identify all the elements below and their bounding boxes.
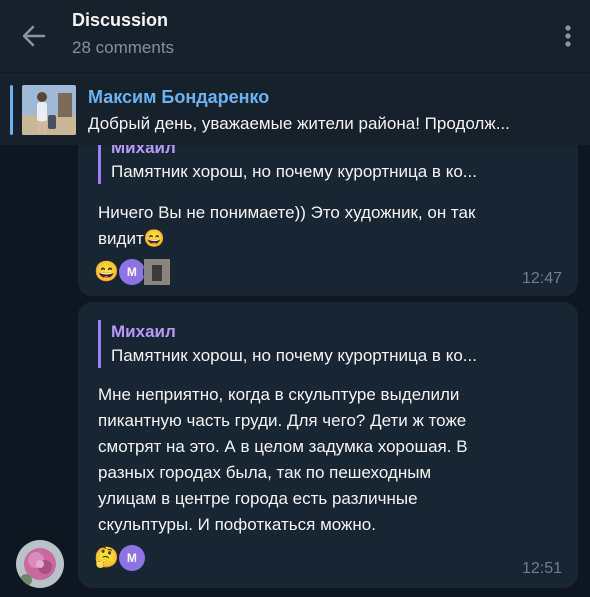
kebab-menu-icon [565, 25, 571, 47]
reaction-emoji[interactable]: 😄 [94, 258, 119, 286]
reply-author-name: Михаил [111, 322, 176, 341]
pinned-author-name: Максим Бондаренко [88, 87, 270, 107]
message-time: 12:47 [521, 270, 562, 287]
comment-text: Ничего Вы не понимаете)) Это художник, о… [98, 200, 568, 252]
message-time: 12:51 [521, 560, 562, 577]
reactor-avatar: М [118, 259, 145, 285]
comment-text-line: Мне неприятно, когда в скульптуре выдели… [98, 385, 460, 404]
chat-title: Discussion [72, 10, 169, 30]
reactions-row[interactable]: 🤔 М [94, 544, 145, 572]
reactions-row[interactable]: 😄 М [94, 258, 171, 286]
comment-text-line: улицам в центре города есть различные [98, 489, 418, 508]
back-button[interactable] [16, 18, 52, 54]
reply-quote[interactable]: Михаил Памятник хорош, но почему курортн… [98, 320, 551, 368]
comment-text-tail: видит [98, 229, 144, 248]
comment-text-line: Ничего Вы не понимаете)) Это художник, о… [98, 203, 476, 222]
comments-count: 28 comments [72, 38, 175, 57]
comment-text-line: видит😄 [98, 226, 568, 252]
sender-avatar[interactable] [16, 540, 64, 588]
reactor-avatar: М [118, 545, 145, 571]
pinned-accent-line [10, 85, 13, 135]
comment-text-line: смотрят на это. А в целом задумка хороша… [98, 437, 468, 456]
reactor-avatar-photo [142, 258, 171, 286]
reaction-emoji[interactable]: 🤔 [94, 544, 119, 572]
chat-header: Discussion 28 comments [0, 0, 590, 72]
comment-text-line: разных городах была, так по пешеходным [98, 463, 432, 482]
comment-text-line: скульптуры. И пофоткаться можно. [98, 515, 376, 534]
reply-quote-text: Памятник хорош, но почему курортница в к… [111, 162, 477, 181]
comment-bubble[interactable]: Михаил Памятник хорош, но почему курортн… [78, 302, 578, 588]
reply-quote-text: Памятник хорош, но почему курортница в к… [111, 346, 477, 365]
pinned-post-preview: Добрый день, уважаемые жители района! Пр… [88, 114, 510, 133]
pinned-post-bar[interactable]: Максим Бондаренко Добрый день, уважаемые… [0, 72, 590, 145]
more-options-button[interactable] [556, 20, 580, 52]
comment-text: Мне неприятно, когда в скульптуре выдели… [98, 382, 568, 538]
arrow-left-icon [22, 25, 46, 47]
pinned-post-thumbnail [22, 85, 76, 135]
grin-emoji: 😄 [143, 229, 165, 248]
comment-text-line: пикантную часть груди. Для чего? Дети ж … [98, 411, 467, 430]
